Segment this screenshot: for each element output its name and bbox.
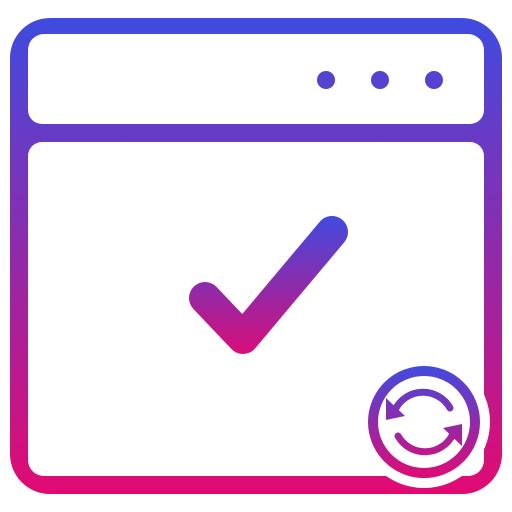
window-dot: [317, 71, 335, 89]
window-dots: [317, 71, 443, 89]
window-dot: [425, 71, 443, 89]
window-dot: [371, 71, 389, 89]
browser-window-check-sync-icon: [10, 18, 502, 494]
icon-canvas: [0, 0, 512, 512]
check-icon: [189, 216, 348, 354]
sync-icon: [358, 356, 490, 488]
